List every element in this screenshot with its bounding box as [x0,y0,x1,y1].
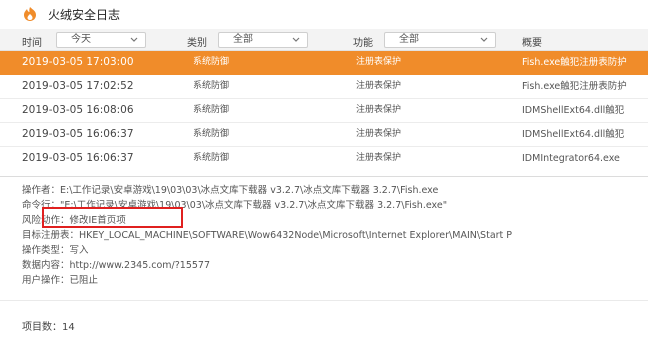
filter-bar: 时间 今天 类别 全部 功能 全部 概要 [0,29,648,51]
table-row[interactable]: 2019-03-05 17:03:00 系统防御 注册表保护 Fish.exe触… [0,51,648,75]
row-summary: Fish.exe触犯注册表防护 [522,57,627,68]
table-row[interactable]: 2019-03-05 16:06:37 系统防御 注册表保护 IDMIntegr… [0,147,648,169]
row-function: 注册表保护 [356,129,402,139]
detail-user-action: 用户操作：已阻止 [22,275,99,286]
category-filter-label: 类别 [187,38,207,49]
chevron-down-icon [480,37,488,42]
row-time: 2019-03-05 16:08:06 [22,104,134,116]
row-category: 系统防御 [193,129,230,139]
row-function: 注册表保护 [356,153,402,163]
function-filter-value: 全部 [399,34,419,45]
huorong-logo-icon [24,7,36,21]
detail-panel: 操作者：E:\工作记录\安卓游戏\19\03\03\冰点文库下载器 v3.2.7… [22,183,648,288]
row-category: 系统防御 [193,81,230,91]
row-summary: IDMShellExt64.dll触犯 [522,105,625,116]
row-time: 2019-03-05 17:02:52 [22,80,134,92]
row-category: 系统防御 [193,153,230,163]
row-category: 系统防御 [193,105,230,115]
row-function: 注册表保护 [356,105,402,115]
table-row[interactable]: 2019-03-05 17:02:52 系统防御 注册表保护 Fish.exe触… [0,75,648,99]
row-function: 注册表保护 [356,81,402,91]
row-time: 2019-03-05 17:03:00 [22,56,134,68]
category-filter-value: 全部 [233,34,253,45]
row-category: 系统防御 [193,57,230,67]
time-filter-label: 时间 [22,38,42,49]
table-row[interactable]: 2019-03-05 16:08:06 系统防御 注册表保护 IDMShellE… [0,99,648,123]
footer-divider [0,300,648,301]
summary-column-header: 概要 [522,38,542,49]
chevron-down-icon [130,37,138,42]
row-summary: Fish.exe触犯注册表防护 [522,81,627,92]
detail-operation-type: 操作类型：写入 [22,245,89,256]
time-filter-value: 今天 [71,34,91,45]
function-filter-select[interactable]: 全部 [384,32,496,48]
table-row[interactable]: 2019-03-05 16:06:37 系统防御 注册表保护 IDMShellE… [0,123,648,147]
detail-divider [0,176,648,177]
detail-data-content: 数据内容：http://www.2345.com/?15577 [22,260,211,271]
row-time: 2019-03-05 16:06:37 [22,128,134,140]
title-bar: 火绒安全日志 [0,0,648,28]
detail-target-registry: 目标注册表：HKEY_LOCAL_MACHINE\SOFTWARE\Wow643… [22,230,513,241]
row-function: 注册表保护 [356,57,402,67]
chevron-down-icon [292,37,300,42]
row-summary: IDMIntegrator64.exe [522,153,620,164]
row-time: 2019-03-05 16:06:37 [22,152,134,164]
time-filter-select[interactable]: 今天 [56,32,146,48]
highlight-box [42,207,183,228]
detail-operator: 操作者：E:\工作记录\安卓游戏\19\03\03\冰点文库下载器 v3.2.7… [22,185,439,196]
function-filter-label: 功能 [353,38,373,49]
item-count: 项目数：14 [22,322,75,333]
app-title: 火绒安全日志 [48,7,121,22]
category-filter-select[interactable]: 全部 [218,32,308,48]
row-summary: IDMShellExt64.dll触犯 [522,129,625,140]
log-table: 2019-03-05 17:03:00 系统防御 注册表保护 Fish.exe触… [0,51,648,169]
